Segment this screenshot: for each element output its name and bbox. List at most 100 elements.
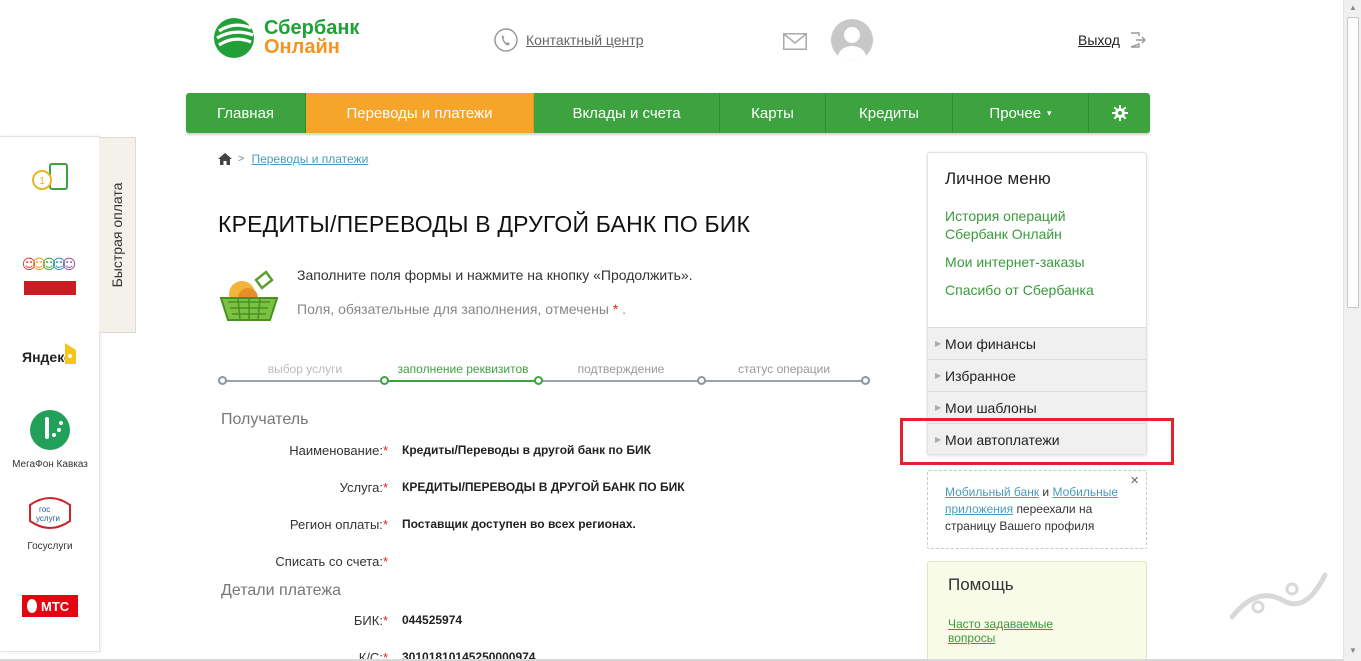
link-text: История операций: [945, 208, 1066, 224]
vertical-scrollbar[interactable]: ▲ ▼: [1343, 0, 1361, 661]
required-mark: *: [382, 480, 388, 495]
required-note: Поля, обязательные для заполнения, отмеч…: [297, 301, 626, 317]
form-row-account: Списать со счета:*: [218, 554, 818, 572]
close-icon[interactable]: ×: [1130, 472, 1139, 489]
step-label-fill-details: заполнение реквизитов: [397, 362, 529, 376]
contact-center[interactable]: Контактный центр: [494, 28, 644, 52]
family-logo-icon: ☺ ☺ ☺ ☺ ☺: [22, 257, 77, 295]
field-label: БИК:: [353, 613, 383, 628]
scroll-up-icon[interactable]: ▲: [1348, 3, 1358, 13]
home-icon[interactable]: [218, 153, 232, 165]
page-title: КРЕДИТЫ/ПЕРЕВОДЫ В ДРУГОЙ БАНК ПО БИК: [218, 211, 751, 237]
field-value: Кредиты/Переводы в другой банк по БИК: [402, 443, 651, 457]
quick-pay-coin-tablet[interactable]: 1: [0, 163, 100, 196]
nav-item-credits[interactable]: Кредиты: [826, 93, 953, 133]
breadcrumb-link-transfers[interactable]: Переводы и платежи: [251, 152, 368, 166]
form-row-name: Наименование:* Кредиты/Переводы в другой…: [218, 443, 818, 461]
step-line-active: [385, 380, 539, 382]
nav-label: Карты: [751, 104, 794, 122]
link-spasibo[interactable]: Спасибо от Сбербанка: [945, 281, 1094, 299]
notice-text: переехали на: [1016, 502, 1093, 516]
quick-pay-yandex[interactable]: Яндекс: [0, 340, 100, 375]
required-mark: *: [612, 301, 619, 317]
field-value: Поставщик доступен во всех регионах.: [402, 517, 636, 531]
faq-link[interactable]: Часто задаваемые вопросы: [948, 617, 1053, 645]
step-label-choose-service: выбор услуги: [267, 362, 343, 376]
nav-label: Кредиты: [859, 104, 919, 122]
nav-label: Прочее: [989, 104, 1042, 122]
faq-link-text: Часто задаваемые: [948, 617, 1054, 631]
notice-and: и: [1042, 485, 1050, 499]
quick-pay-gosuslugi[interactable]: гос услуги Госуслуги: [0, 495, 100, 552]
autopayments-highlight: [900, 418, 1174, 465]
nav-item-settings[interactable]: [1089, 93, 1150, 133]
chevron-right-icon: >: [238, 153, 245, 165]
step-dot: [697, 376, 706, 385]
mobile-apps-link[interactable]: приложения: [945, 502, 1013, 516]
quick-pay-family[interactable]: ☺ ☺ ☺ ☺ ☺: [0, 253, 100, 302]
form-row-bik: БИК:* 044525974: [218, 613, 818, 631]
sberbank-logo[interactable]: Сбербанк Онлайн: [211, 17, 359, 59]
nav-item-deposits[interactable]: Вклады и счета: [534, 93, 720, 133]
nav-item-transfers[interactable]: Переводы и платежи: [306, 93, 534, 133]
chevron-right-icon: ▶: [935, 339, 942, 348]
gear-icon: [1111, 105, 1128, 121]
menu-row-favorites[interactable]: ▶ Избранное: [928, 359, 1146, 391]
mobile-bank-link[interactable]: Мобильный банк: [945, 485, 1039, 499]
svg-text:☺: ☺: [62, 257, 77, 273]
logout[interactable]: Выход: [1078, 32, 1146, 48]
nav-item-other[interactable]: Прочее ▾: [953, 93, 1089, 133]
step-label-confirm: подтверждение: [577, 362, 665, 376]
chevron-right-icon: ▶: [935, 371, 942, 380]
intro-text: Заполните поля формы и нажмите на кнопку…: [297, 267, 693, 283]
form-row-service: Услуга:* КРЕДИТЫ/ПЕРЕВОДЫ В ДРУГОЙ БАНК …: [218, 480, 818, 498]
mobile-apps-link[interactable]: Мобильные: [1052, 485, 1118, 499]
exit-icon[interactable]: [1130, 32, 1146, 48]
step-label-status: статус операции: [737, 362, 831, 376]
step-line: [222, 380, 385, 382]
menu-row-finances[interactable]: ▶ Мои финансы: [928, 327, 1146, 359]
link-operation-history[interactable]: История операций Сбербанк Онлайн: [945, 207, 1066, 243]
step-line: [702, 380, 865, 382]
faq-link-text: вопросы: [948, 631, 996, 645]
logo-line2: Онлайн: [264, 36, 340, 58]
section-payment-details: Детали платежа: [221, 582, 341, 599]
svg-text:1: 1: [39, 176, 45, 187]
quick-pay-tab-label: Быстрая оплата: [109, 182, 125, 288]
watermark-logo: [1229, 572, 1328, 620]
field-label: Наименование:: [289, 443, 383, 458]
gosuslugi-text: гос: [39, 505, 50, 514]
quick-pay-tab[interactable]: Быстрая оплата: [99, 137, 136, 333]
required-mark: *: [382, 443, 388, 458]
progress-steps: выбор услуги заполнение реквизитов подтв…: [218, 360, 870, 390]
gosuslugi-caption: Госуслуги: [27, 541, 73, 552]
phone-icon: [494, 28, 518, 52]
scroll-down-icon[interactable]: ▼: [1348, 646, 1358, 656]
quick-pay-megafon[interactable]: МегаФон Кавказ: [0, 409, 100, 470]
menu-row-label: Избранное: [945, 367, 1016, 384]
nav-item-cards[interactable]: Карты: [720, 93, 826, 133]
coin-tablet-icon: 1: [32, 163, 68, 190]
menu-row-label: Мои финансы: [945, 335, 1036, 352]
nav-label: Главная: [216, 104, 275, 122]
quick-pay-mts[interactable]: МТС: [0, 595, 100, 622]
logout-link[interactable]: Выход: [1078, 32, 1120, 48]
nav-item-home[interactable]: Главная: [186, 93, 306, 133]
mts-icon: МТС: [22, 595, 78, 617]
user-silhouette-icon: [838, 27, 866, 61]
chevron-right-icon: ▶: [935, 403, 942, 412]
link-internet-orders[interactable]: Мои интернет-заказы: [945, 253, 1085, 271]
yandex-text: Яндекс: [22, 349, 72, 365]
required-mark: *: [382, 554, 388, 569]
field-label: Услуга:: [339, 480, 383, 495]
step-dot-active: [534, 376, 543, 385]
avatar[interactable]: [831, 19, 873, 61]
scrollbar-thumb[interactable]: [1347, 17, 1359, 308]
gosuslugi-icon: гос услуги: [29, 497, 71, 529]
contact-center-link[interactable]: Контактный центр: [526, 32, 644, 48]
quick-pay-panel: 1 ☺ ☺ ☺ ☺ ☺ Яндекс МегаФон Кавказ гос ус…: [0, 136, 100, 652]
gosuslugi-text: услуги: [36, 514, 60, 523]
chevron-down-icon: ▾: [1047, 107, 1052, 118]
mail-icon[interactable]: [783, 33, 807, 50]
required-mark: *: [382, 613, 388, 628]
